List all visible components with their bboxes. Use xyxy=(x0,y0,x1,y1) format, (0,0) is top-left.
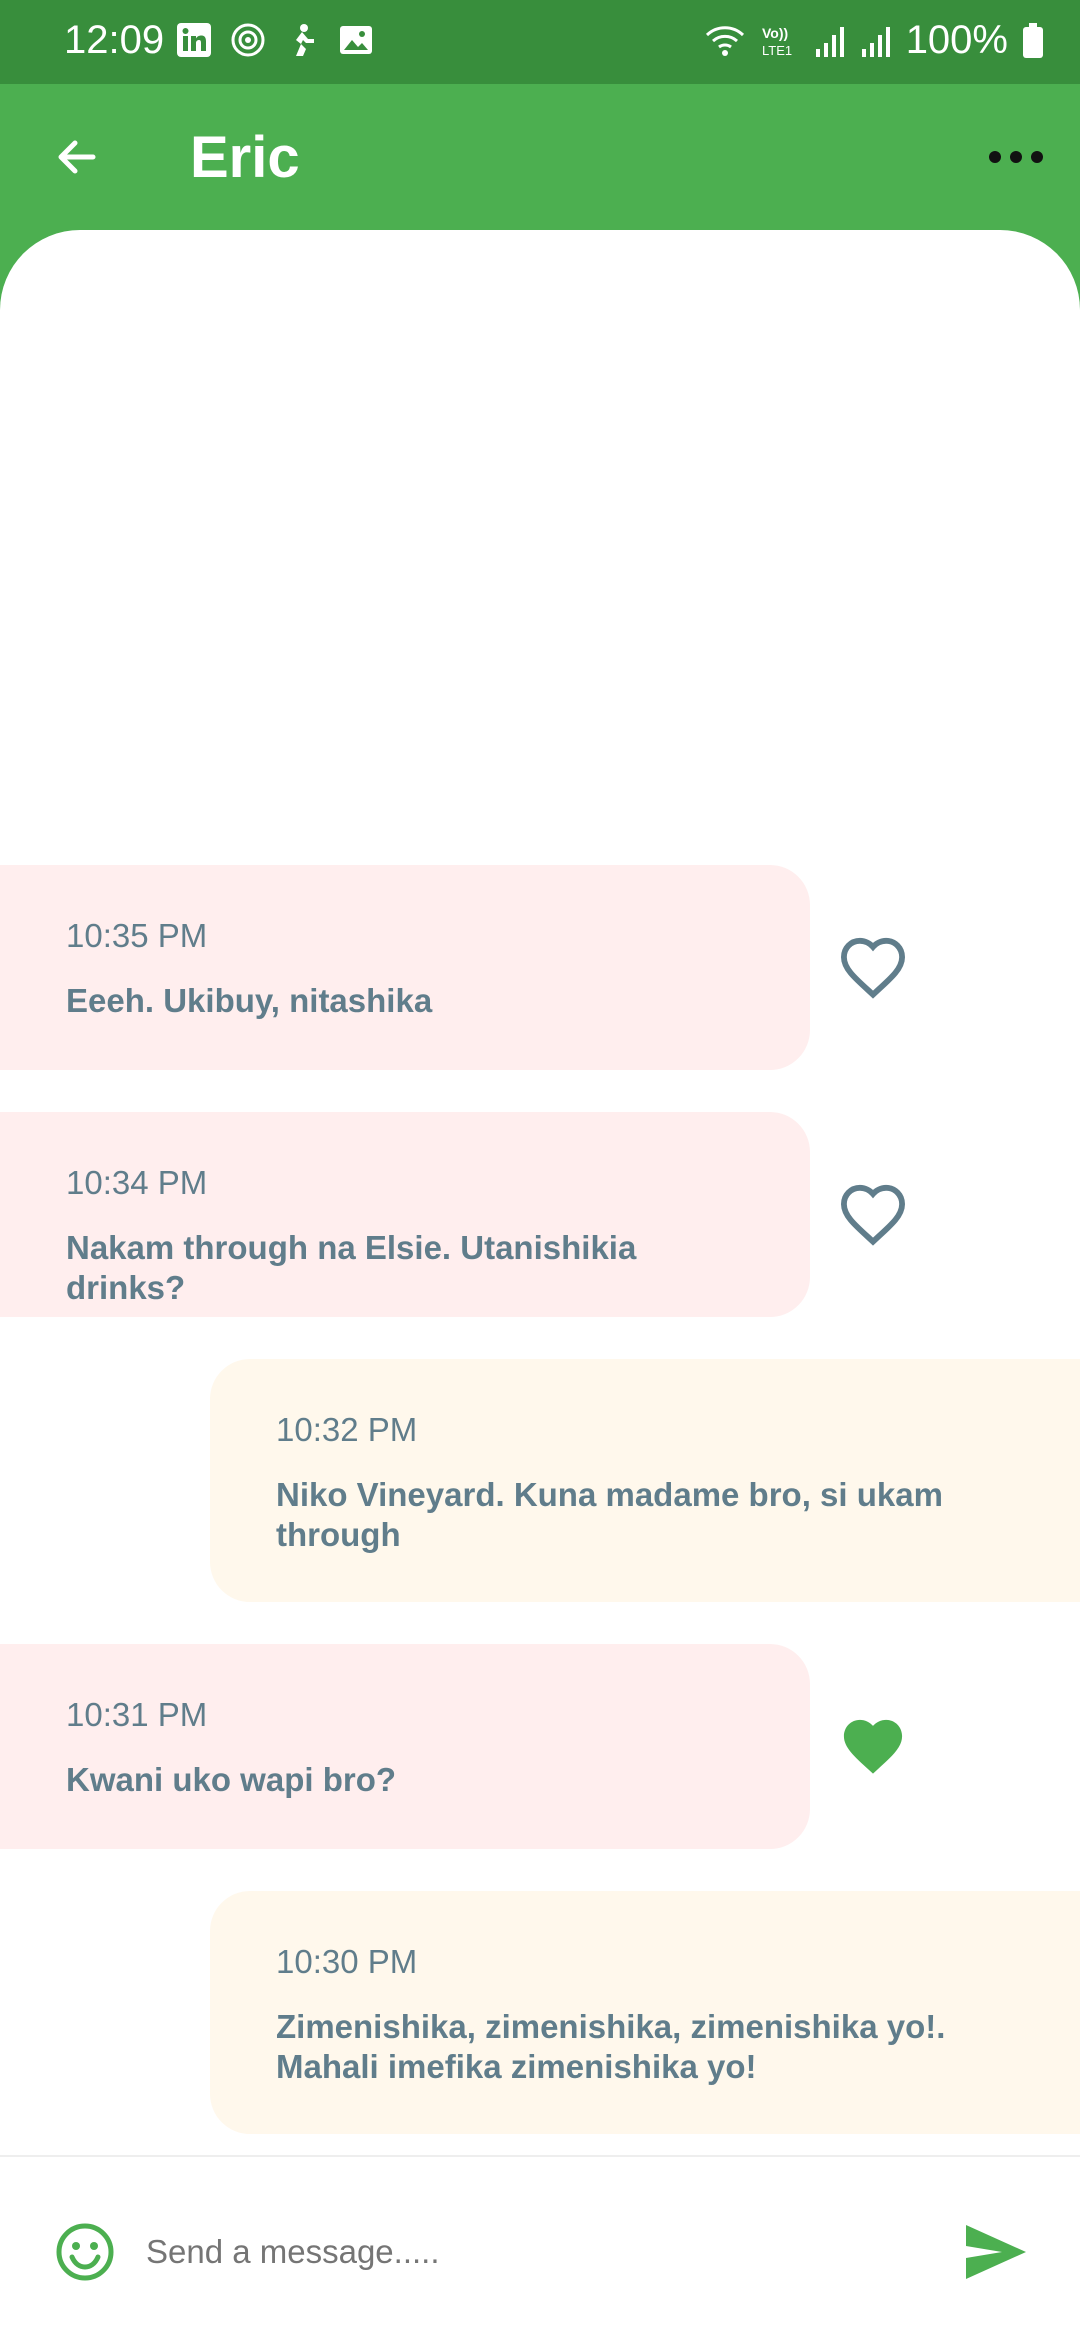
like-heart-outline-icon[interactable] xyxy=(838,1182,908,1246)
more-horizontal-icon xyxy=(989,151,1043,163)
status-time: 12:09 xyxy=(64,18,165,62)
conversation-title: Eric xyxy=(190,125,300,190)
message-text: Eeeh. Ukibuy, nitashika xyxy=(66,982,433,1019)
signal-icon xyxy=(815,26,844,57)
message-text: Niko Vineyard. Kuna madame bro, si ukam … xyxy=(276,1476,943,1553)
message-text: Zimenishika, zimenishika, zimenishika yo… xyxy=(276,2008,946,2085)
outgoing-message-bubble[interactable]: 10:30 PM Zimenishika, zimenishika, zimen… xyxy=(210,1891,1080,2134)
arrow-back-icon xyxy=(58,140,96,174)
status-bar: 12:09 Vo)) LTE1 100% xyxy=(0,0,1080,84)
message-input[interactable] xyxy=(146,2217,926,2287)
notification-icons xyxy=(176,22,374,58)
image-icon xyxy=(340,26,372,54)
outgoing-message-bubble[interactable]: 10:32 PM Niko Vineyard. Kuna madame bro,… xyxy=(210,1359,1080,1602)
incoming-message-bubble[interactable]: 10:35 PM Eeeh. Ukibuy, nitashika xyxy=(0,865,810,1070)
message-item: 10:35 PM Eeeh. Ukibuy, nitashika xyxy=(0,865,1080,1070)
volte-icon: Vo)) LTE1 xyxy=(762,25,792,58)
like-heart-outline-icon[interactable] xyxy=(838,935,908,999)
like-heart-filled-icon[interactable] xyxy=(838,1714,908,1778)
linkedin-icon xyxy=(177,23,211,57)
wifi-icon xyxy=(705,25,744,56)
back-button[interactable] xyxy=(44,124,110,190)
message-time: 10:30 PM xyxy=(276,1943,418,1980)
message-text: Nakam through na Elsie. Utanishikia drin… xyxy=(66,1229,637,1306)
svg-text:Vo)): Vo)) xyxy=(762,25,788,41)
message-item: 10:34 PM Nakam through na Elsie. Utanish… xyxy=(0,1112,1080,1317)
message-composer xyxy=(0,2155,1080,2340)
battery-percentage: 100% xyxy=(905,18,1008,62)
message-list[interactable]: 10:35 PM Eeeh. Ukibuy, nitashika 10:34 P… xyxy=(0,230,1080,2155)
emoji-icon[interactable] xyxy=(56,2223,114,2281)
incoming-message-bubble[interactable]: 10:31 PM Kwani uko wapi bro? xyxy=(0,1644,810,1849)
crest-icon xyxy=(231,23,265,57)
message-item: 10:32 PM Niko Vineyard. Kuna madame bro,… xyxy=(0,1359,1080,1602)
message-time: 10:32 PM xyxy=(276,1411,418,1448)
message-time: 10:31 PM xyxy=(66,1696,208,1733)
activity-icon xyxy=(296,24,314,56)
battery-icon xyxy=(1023,22,1043,58)
more-options-button[interactable] xyxy=(976,124,1056,190)
message-text: Kwani uko wapi bro? xyxy=(66,1761,397,1798)
incoming-message-bubble[interactable]: 10:34 PM Nakam through na Elsie. Utanish… xyxy=(0,1112,810,1317)
app-bar: Eric xyxy=(0,84,1080,234)
message-item: 10:30 PM Zimenishika, zimenishika, zimen… xyxy=(0,1891,1080,2134)
svg-text:LTE1: LTE1 xyxy=(762,43,792,58)
signal-icon xyxy=(861,26,890,57)
message-time: 10:34 PM xyxy=(66,1164,208,1201)
message-item: 10:31 PM Kwani uko wapi bro? xyxy=(0,1644,1080,1849)
send-icon[interactable] xyxy=(964,2223,1028,2281)
message-time: 10:35 PM xyxy=(66,917,208,954)
system-status-icons: Vo)) LTE1 100% xyxy=(704,18,1044,63)
